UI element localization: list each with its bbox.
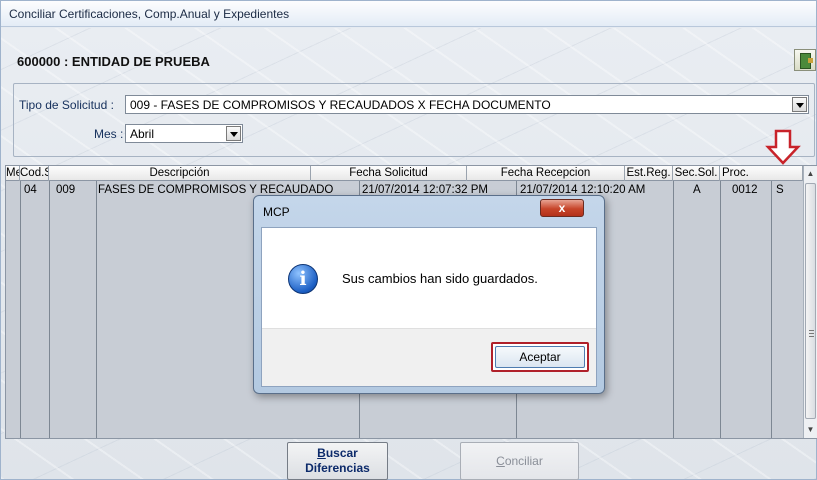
column-divider <box>771 181 772 438</box>
mes-select[interactable]: Abril <box>125 124 243 143</box>
aceptar-button[interactable]: Aceptar <box>491 342 589 372</box>
mes-value: Abril <box>130 127 155 141</box>
column-header-mes[interactable]: Mes <box>6 166 20 181</box>
entity-title: 600000 : ENTIDAD DE PRUEBA <box>17 54 210 69</box>
scroll-down-icon[interactable]: ▼ <box>804 422 817 438</box>
column-header-est-reg[interactable]: Est.Reg. <box>625 166 673 181</box>
vertical-scrollbar[interactable]: ▲ ▼ <box>803 166 817 438</box>
dialog-message: Sus cambios han sido guardados. <box>342 271 538 286</box>
column-header-sec-sol[interactable]: Sec.Sol. <box>673 166 720 181</box>
dialog-title: MCP <box>263 205 290 219</box>
tipo-solicitud-select[interactable]: 009 - FASES DE COMPROMISOS Y RECAUDADOS … <box>125 95 809 114</box>
column-divider <box>720 181 721 438</box>
tipo-solicitud-label: Tipo de Solicitud : <box>19 98 114 112</box>
column-header-descripcion[interactable]: Descripción <box>49 166 311 181</box>
column-header-fecha-solicitud[interactable]: Fecha Solicitud <box>311 166 467 181</box>
chevron-down-icon[interactable] <box>792 97 807 112</box>
conciliar-button[interactable]: Conciliar <box>460 442 579 480</box>
cell-sec-sol: 0012 <box>732 184 758 196</box>
conciliar-label: onciliar <box>504 454 543 468</box>
column-divider <box>673 181 674 438</box>
down-arrow-icon <box>765 129 801 165</box>
tipo-solicitud-value: 009 - FASES DE COMPROMISOS Y RECAUDADOS … <box>130 98 551 112</box>
column-divider <box>20 181 21 438</box>
grip-icon <box>809 330 814 337</box>
column-divider <box>96 181 97 438</box>
aceptar-label: Aceptar <box>495 346 585 368</box>
column-header-proc[interactable]: Proc. <box>720 166 803 181</box>
cell-proc: S <box>776 184 784 196</box>
title-bar: Conciliar Certificaciones, Comp.Anual y … <box>1 1 816 27</box>
cell-cod-sol: 009 <box>56 184 76 196</box>
diferencias-label: Diferencias <box>305 461 370 475</box>
scroll-thumb[interactable] <box>805 183 816 419</box>
grid-header: Mes Cod.Sol. Descripción Fecha Solicitud… <box>6 166 803 181</box>
close-icon[interactable]: x <box>540 199 584 217</box>
column-divider <box>49 181 50 438</box>
buscar-label: uscar <box>325 446 358 460</box>
conciliar-hotkey: C <box>496 454 505 468</box>
window-title: Conciliar Certificaciones, Comp.Anual y … <box>9 7 290 21</box>
cell-mes: 04 <box>24 184 37 196</box>
info-icon: i <box>288 264 318 294</box>
column-header-fecha-recepcion[interactable]: Fecha Recepcion <box>467 166 625 181</box>
mes-label: Mes : <box>94 127 124 141</box>
buscar-diferencias-button[interactable]: Buscar Diferencias <box>287 442 388 480</box>
cell-est-reg: A <box>693 184 701 196</box>
scroll-up-icon[interactable]: ▲ <box>804 166 817 182</box>
buscar-hotkey: B <box>317 446 326 460</box>
dialog-body: i Sus cambios han sido guardados. Acepta… <box>261 227 597 387</box>
column-header-cod-sol[interactable]: Cod.Sol. <box>20 166 49 181</box>
message-dialog: MCP x i Sus cambios han sido guardados. … <box>253 195 605 394</box>
exit-door-icon[interactable] <box>794 49 816 71</box>
chevron-down-icon[interactable] <box>226 126 241 141</box>
